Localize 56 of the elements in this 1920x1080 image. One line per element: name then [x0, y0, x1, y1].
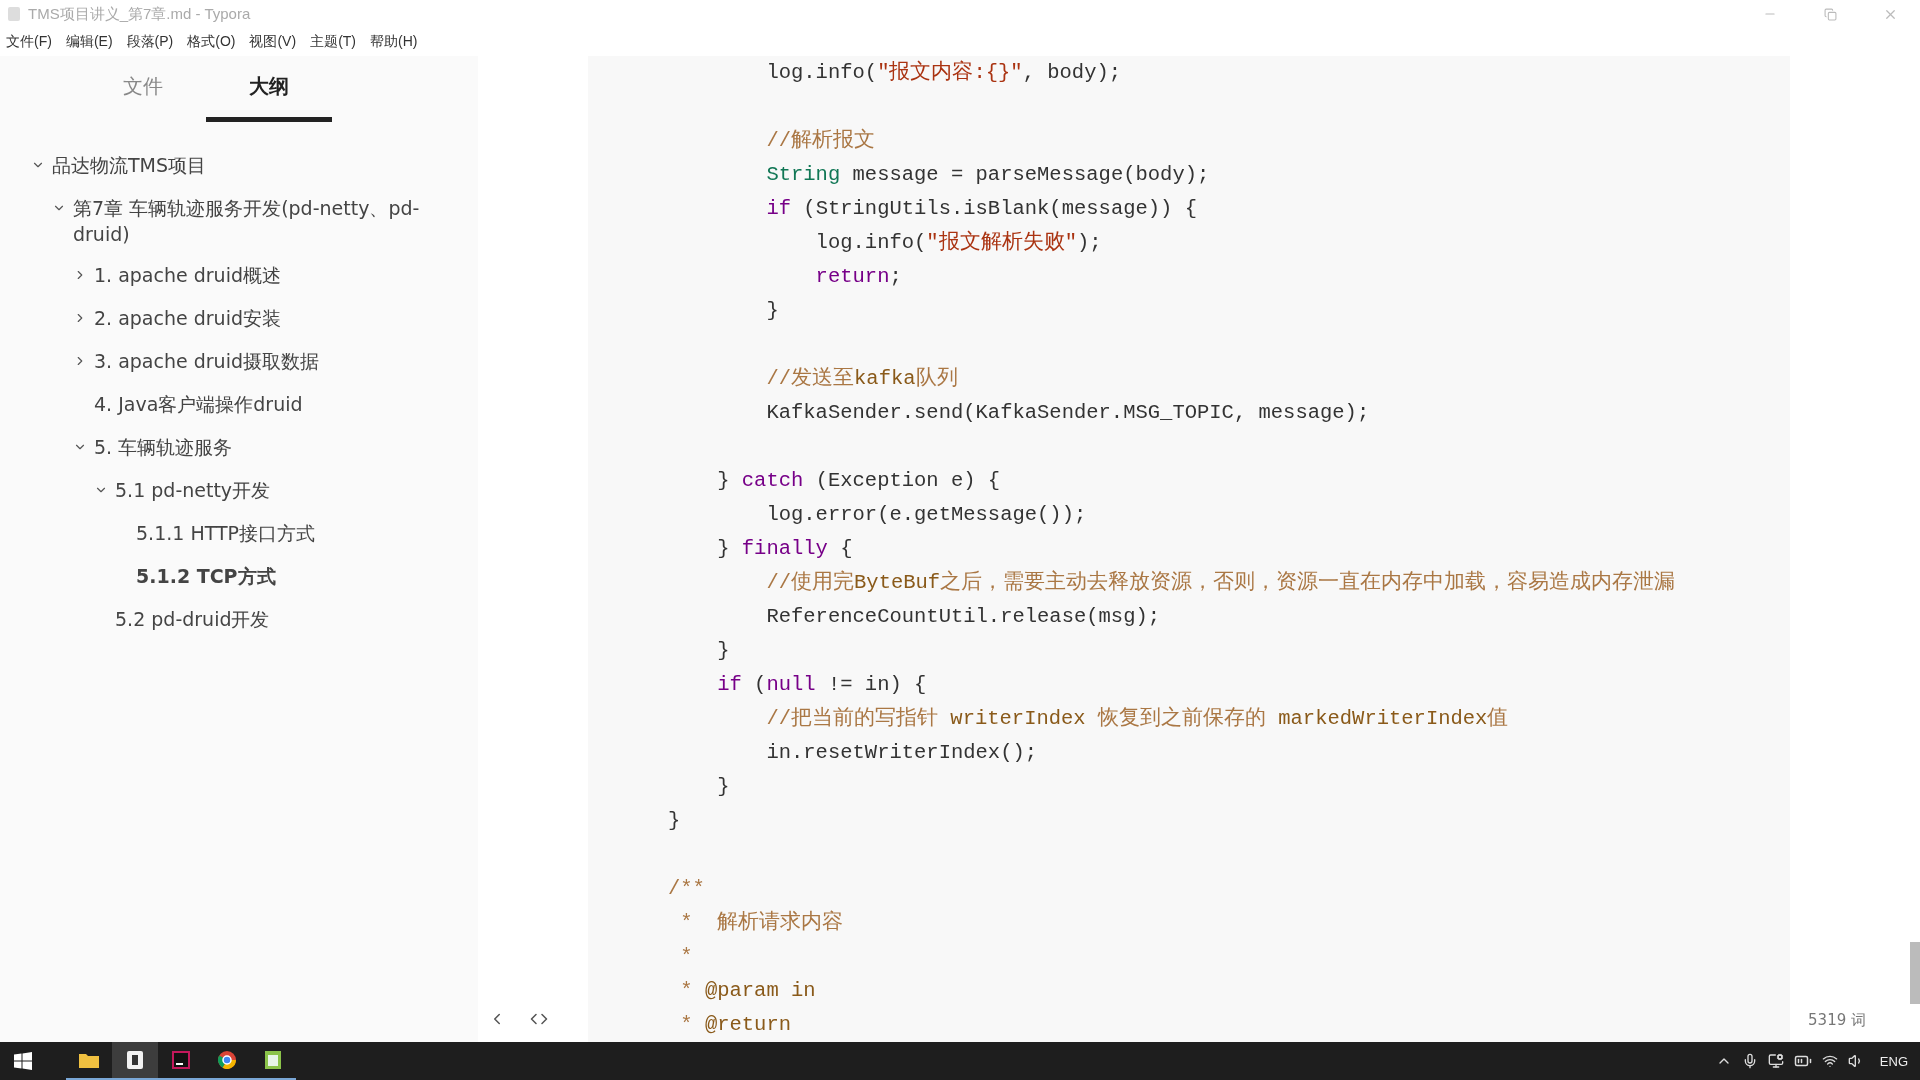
- word-count: 5319 词: [1808, 1011, 1866, 1030]
- outline-item[interactable]: 5.1.2 TCP方式: [136, 561, 276, 589]
- code-line: }: [765, 298, 780, 324]
- code-line: //把当前的写指针 writerIndex 恢复到之前保存的 markedWriterIndex值: [765, 705, 1510, 732]
- outline-item[interactable]: 第7章 车辆轨迹服务开发(pd-netty、pd-druid): [73, 193, 443, 247]
- code-line: *: [679, 944, 694, 970]
- code-line: }: [716, 638, 731, 664]
- outline-item[interactable]: 3. apache druid摄取数据: [94, 346, 319, 374]
- outline-item[interactable]: 5.2 pd-druid开发: [115, 604, 270, 632]
- code-line: log.info("报文解析失败");: [814, 229, 1103, 256]
- windows-icon[interactable]: [14, 1052, 32, 1070]
- code-line: }: [716, 774, 731, 800]
- code-line: return;: [814, 264, 903, 290]
- folder-icon[interactable]: [79, 1052, 99, 1068]
- outline-item[interactable]: 2. apache druid安装: [94, 303, 281, 331]
- code-line: * @return: [679, 1012, 793, 1038]
- window-title: TMS项目讲义_第7章.md - Typora: [28, 4, 251, 24]
- code-line: if (null != in) {: [716, 672, 928, 698]
- app-icon: [8, 7, 20, 21]
- sidebar-tab[interactable]: 大纲: [206, 56, 332, 122]
- menu-item[interactable]: 格式(O): [187, 33, 236, 51]
- code-line: } finally {: [716, 536, 854, 562]
- code-line: } catch (Exception e) {: [716, 468, 1002, 494]
- code-line: * 解析请求内容: [679, 909, 845, 936]
- ide-icon[interactable]: [172, 1051, 190, 1069]
- menu-item[interactable]: 文件(F): [6, 33, 52, 51]
- code-line: //使用完ByteBuf之后，需要主动去释放资源，否则，资源一直在内存中加载，容易造成内存泄漏: [765, 569, 1677, 596]
- outline-item[interactable]: 品达物流TMS项目: [52, 150, 207, 178]
- menu-item[interactable]: 主题(T): [310, 33, 356, 51]
- code-line: //解析报文: [765, 127, 877, 154]
- outline-item[interactable]: 5.1 pd-netty开发: [115, 475, 271, 503]
- outline-item[interactable]: 5.1.1 HTTP接口方式: [136, 518, 315, 546]
- code-line: in.resetWriterIndex();: [765, 740, 1039, 766]
- code-line: //发送至kafka队列: [765, 366, 959, 392]
- code-line: log.error(e.getMessage());: [765, 502, 1088, 528]
- code-line: if (StringUtils.isBlank(message)) {: [765, 196, 1198, 222]
- code-line: }: [668, 808, 682, 834]
- document-icon[interactable]: [127, 1051, 143, 1069]
- menu-item[interactable]: 编辑(E): [65, 33, 113, 51]
- monitor-icon[interactable]: [1767, 1053, 1784, 1069]
- scrollbar-thumb[interactable]: [1910, 942, 1920, 1004]
- code-line: String message = parseMessage(body);: [765, 162, 1211, 188]
- code-line: ReferenceCountUtil.release(msg);: [765, 604, 1162, 630]
- code-line: * @param in: [679, 978, 817, 1004]
- outline-item[interactable]: 4. Java客户端操作druid: [94, 389, 303, 417]
- menu-item[interactable]: 帮助(H): [370, 33, 418, 51]
- outline-item[interactable]: 5. 车辆轨迹服务: [94, 432, 233, 460]
- code-line: log.info("报文内容:{}", body);: [765, 59, 1123, 86]
- menu-item[interactable]: 段落(P): [126, 33, 174, 51]
- menu-item[interactable]: 视图(V): [249, 33, 297, 51]
- wifi-icon[interactable]: [1821, 1053, 1838, 1069]
- language-indicator[interactable]: ENG: [1879, 1053, 1908, 1069]
- code-line: KafkaSender.send(KafkaSender.MSG_TOPIC, message);: [765, 400, 1371, 426]
- outline-item[interactable]: 1. apache druid概述: [94, 260, 281, 288]
- code-line: /**: [668, 876, 706, 902]
- browser-icon[interactable]: [218, 1051, 236, 1069]
